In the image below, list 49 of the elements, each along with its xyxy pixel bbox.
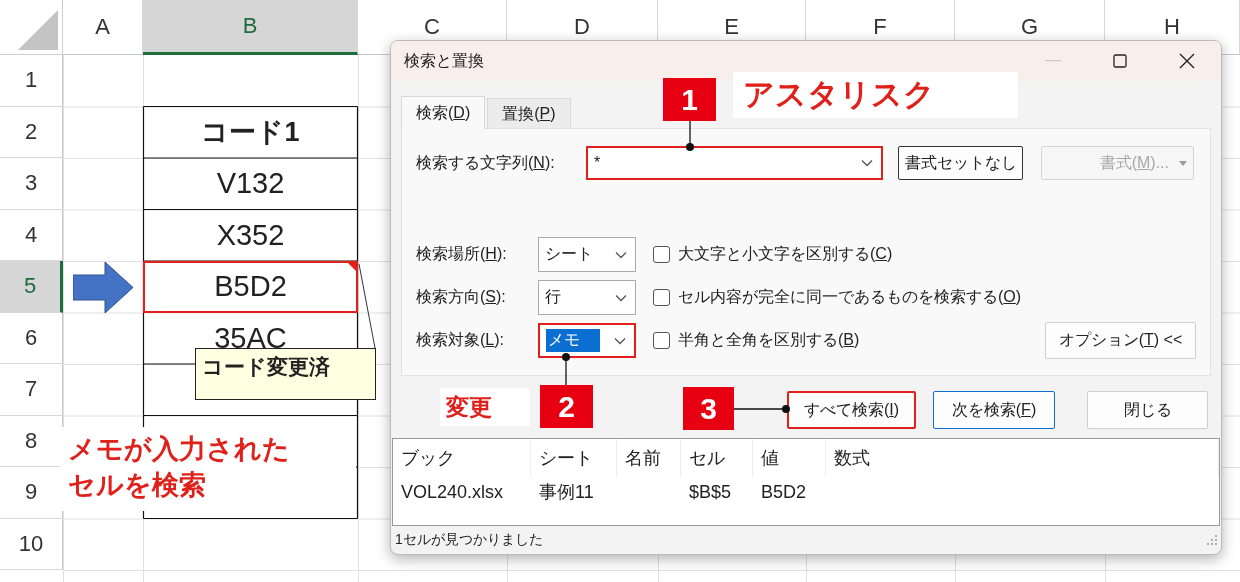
tab[interactable]: 検索(D): [401, 96, 486, 129]
dialog-button[interactable]: 閉じる: [1087, 391, 1208, 429]
checkbox-label: セル内容が完全に同一であるものを検索する(O): [678, 287, 1022, 307]
row-header[interactable]: 1: [0, 55, 63, 107]
callout-label: 変更: [440, 388, 530, 426]
list-cell-text: $B$5: [688, 480, 733, 504]
search-field[interactable]: *: [586, 146, 883, 180]
list-header[interactable]: ブック: [393, 439, 531, 477]
sheet-cell[interactable]: V132: [143, 158, 358, 210]
sheet-cell[interactable]: コード1: [143, 106, 358, 158]
field-label: 検索場所(H):: [416, 244, 508, 264]
list-cell-text: VOL240.xlsx: [400, 480, 505, 504]
number-badge: 2: [540, 385, 593, 428]
list-header[interactable]: 数式: [826, 439, 1219, 477]
sheet-cell[interactable]: B5D2: [143, 261, 358, 313]
list-cell-text: B5D2: [760, 480, 808, 504]
sheet-cell[interactable]: X352: [143, 209, 358, 261]
row-header[interactable]: 2: [0, 106, 63, 158]
format-button[interactable]: 書式セットなし: [898, 146, 1023, 180]
number-badge: 3: [683, 387, 734, 430]
checkbox-label: 半角と全角を区別する(B): [678, 330, 860, 350]
status-text: 1セルが見つかりました: [395, 531, 543, 549]
list-header[interactable]: セル: [681, 439, 753, 477]
row-header[interactable]: 5: [0, 261, 63, 313]
column-header[interactable]: A: [63, 0, 143, 55]
dropdown[interactable]: 行: [538, 280, 636, 315]
field-label: 検索対象(L):: [416, 330, 505, 350]
dropdown[interactable]: メモ: [538, 323, 636, 358]
row-header[interactable]: 3: [0, 158, 63, 210]
list-header[interactable]: 名前: [617, 439, 681, 477]
field-label: 検索方向(S):: [416, 287, 507, 307]
list-header[interactable]: シート: [531, 439, 617, 477]
options-button[interactable]: オプション(T) <<: [1045, 322, 1196, 359]
field-label: 検索する文字列(N):: [416, 152, 556, 173]
list-cell-text: 事例11: [538, 481, 595, 504]
row-header[interactable]: 7: [0, 364, 63, 416]
number-badge: 1: [663, 78, 716, 121]
callout-label: アスタリスク: [733, 72, 1018, 118]
dropdown[interactable]: シート: [538, 237, 636, 272]
tab[interactable]: 置換(P): [487, 98, 571, 130]
row-header[interactable]: 6: [0, 312, 63, 364]
annotation-note: メモが入力された セルを検索: [60, 427, 356, 511]
list-header[interactable]: 値: [753, 439, 826, 477]
checkbox-label: 大文字と小文字を区別する(C): [678, 244, 893, 264]
comment-tooltip: コード変更済: [195, 348, 376, 400]
row-header[interactable]: 10: [0, 518, 63, 570]
column-header[interactable]: B: [143, 0, 358, 55]
dialog-button[interactable]: 次を検索(F): [933, 391, 1055, 429]
dialog-button[interactable]: すべて検索(I): [787, 391, 916, 429]
